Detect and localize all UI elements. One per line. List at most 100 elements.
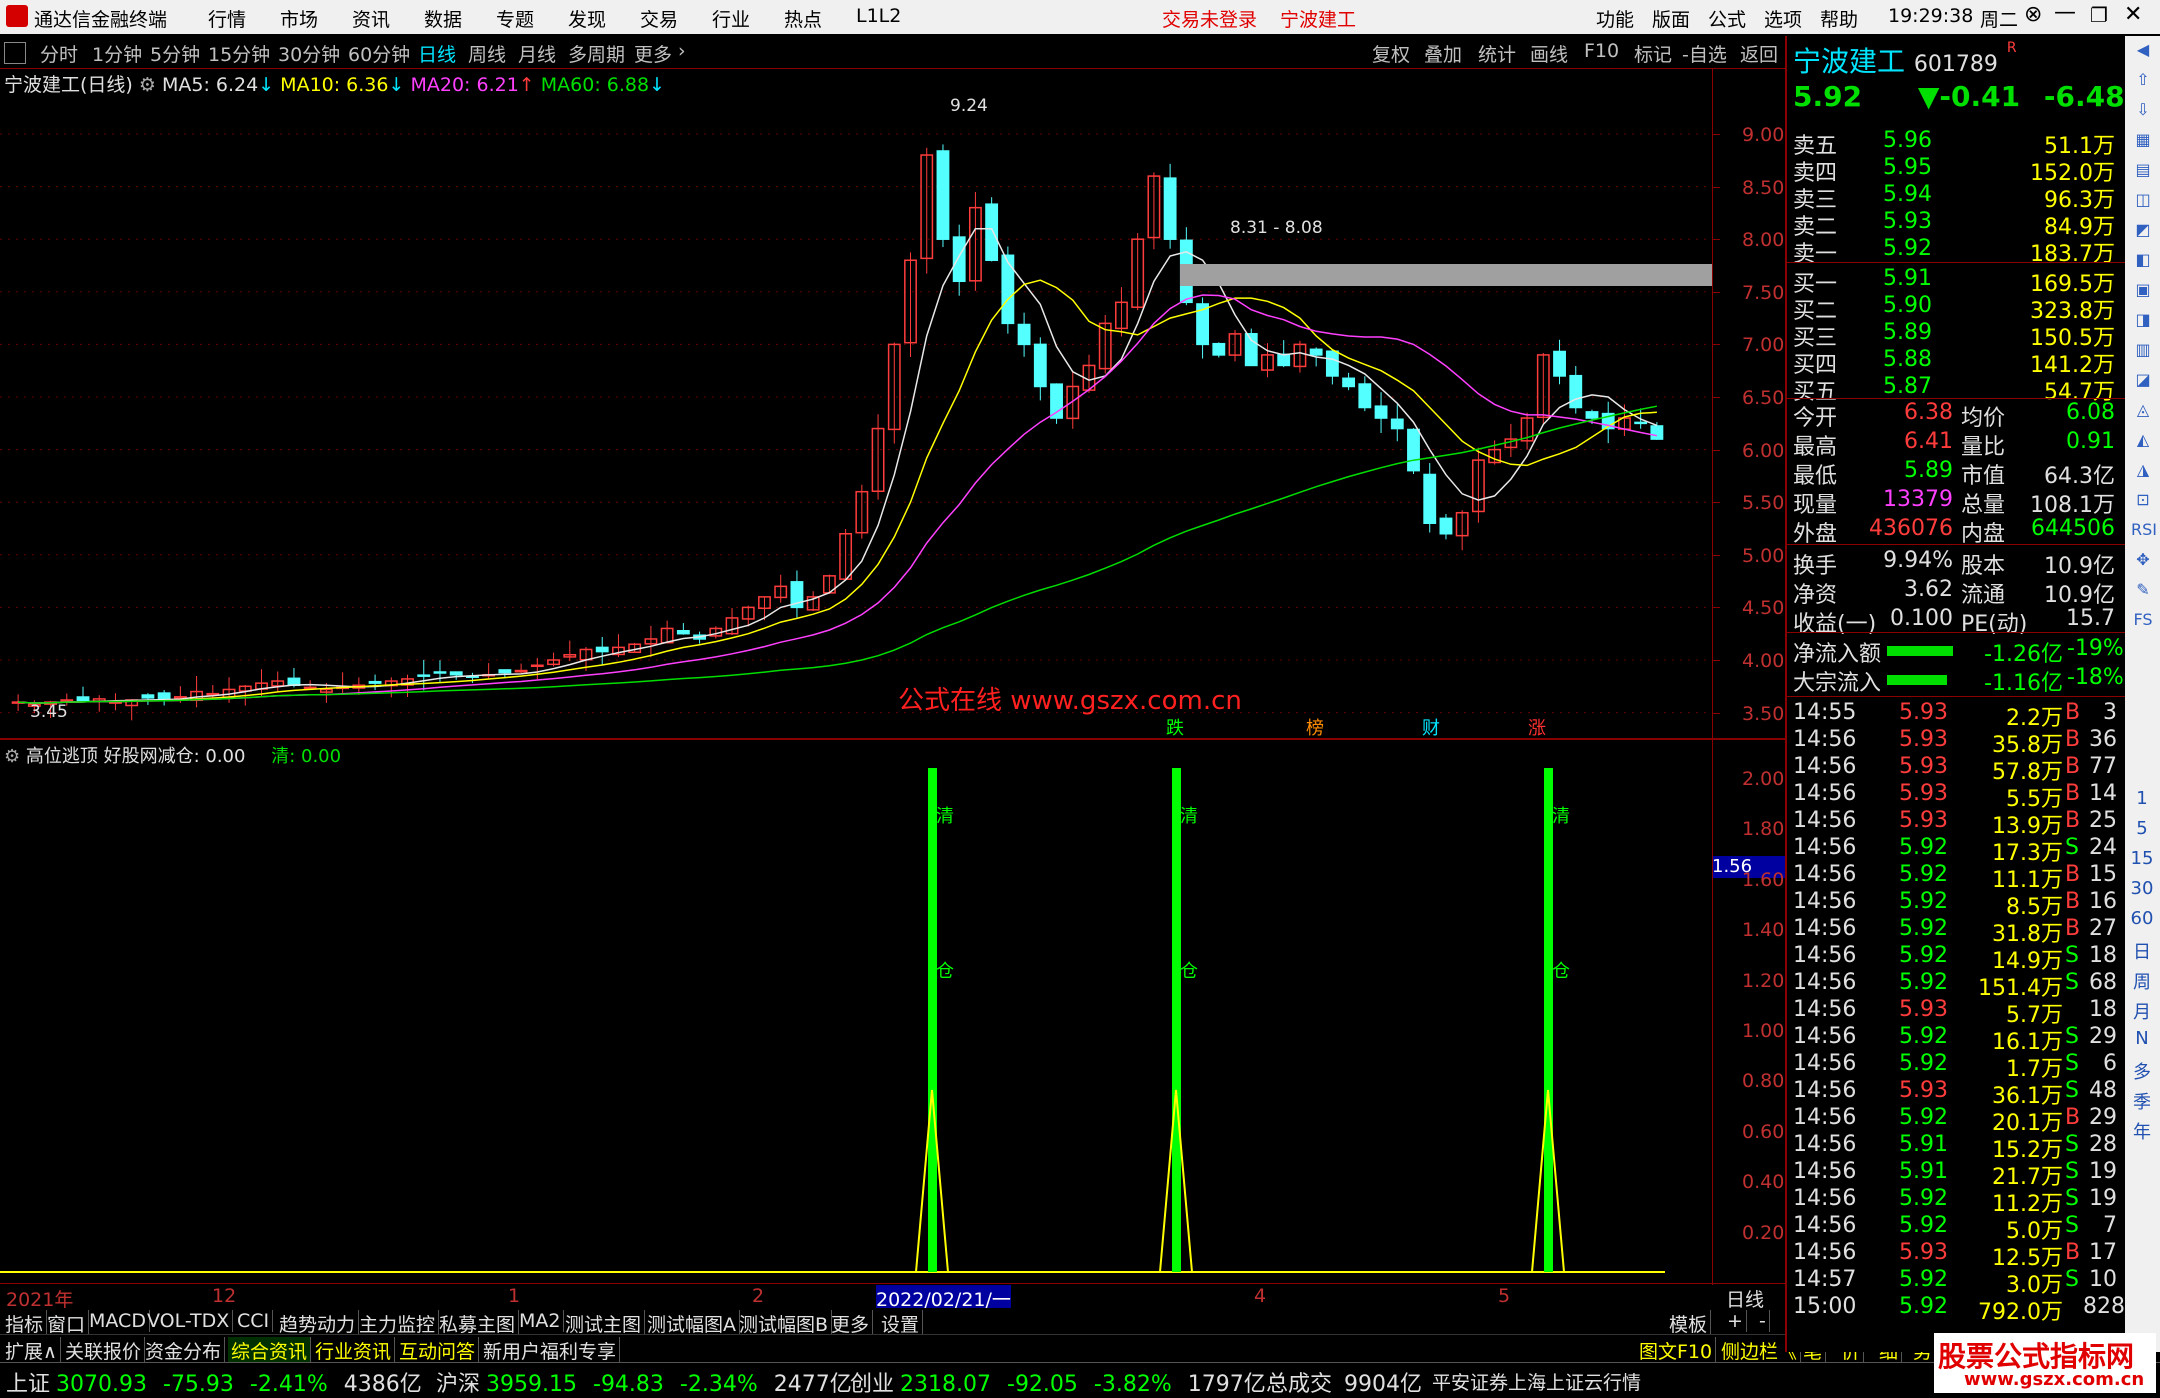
period-1min[interactable]: 1分钟	[92, 40, 142, 67]
close-icon[interactable]: ✕	[2124, 2, 2142, 27]
info-tab[interactable]: 资金分布	[142, 1337, 226, 1364]
index-quote[interactable]: 上证 3070.93 -75.93 -2.41% 4386亿	[6, 1366, 422, 1398]
sidebar-tool-icon[interactable]: FS	[2131, 610, 2155, 634]
indicator-tab[interactable]: 窗口	[44, 1310, 90, 1337]
minimize-icon[interactable]: —	[2054, 0, 2076, 25]
sidebar-tool-icon[interactable]: ◧	[2131, 250, 2155, 274]
sidebar-period[interactable]: 季	[2129, 1088, 2155, 1114]
period-multi[interactable]: 多周期	[568, 40, 625, 67]
sidebar-period[interactable]: 60	[2129, 908, 2155, 934]
info-tab[interactable]: 综合资讯	[228, 1337, 312, 1364]
menu-zixun[interactable]: 资讯	[352, 5, 390, 32]
period-month[interactable]: 月线	[518, 40, 556, 67]
tool-f10[interactable]: F10	[1584, 40, 1619, 62]
menu-hangye[interactable]: 行业	[712, 5, 750, 32]
period-week[interactable]: 周线	[468, 40, 506, 67]
chevron-right-icon[interactable]: ›	[678, 40, 686, 62]
sidebar-period[interactable]: 日	[2129, 938, 2155, 964]
indicator-tab[interactable]: MA2	[516, 1310, 565, 1332]
tool-fanhui[interactable]: 返回	[1740, 40, 1778, 67]
sidebar-tool-icon[interactable]: ▤	[2131, 160, 2155, 184]
sidebar-tool-icon[interactable]: ▦	[2131, 130, 2155, 154]
tool-zixuan[interactable]: -自选	[1682, 40, 1727, 67]
sidebar-tool-icon[interactable]: ✎	[2131, 580, 2155, 604]
sidebar-tool-icon[interactable]: ▣	[2131, 280, 2155, 304]
event-bang[interactable]: 榜	[1306, 714, 1324, 740]
menu-hangqing[interactable]: 行情	[208, 5, 246, 32]
event-cai[interactable]: 财	[1422, 714, 1440, 740]
indicator-tab[interactable]: MACD	[86, 1310, 150, 1332]
sidebar-period[interactable]: 5	[2129, 818, 2155, 844]
indicator-tab[interactable]: 测试幅图B	[736, 1310, 833, 1337]
period-5min[interactable]: 5分钟	[150, 40, 200, 67]
indicator-tab[interactable]: 更多	[828, 1310, 874, 1337]
indicator-tab[interactable]: CCI	[234, 1310, 274, 1332]
sidebar-period[interactable]: 30	[2129, 878, 2155, 904]
menu-gongshi[interactable]: 公式	[1708, 5, 1746, 32]
sidebar-period[interactable]: 周	[2129, 968, 2155, 994]
index-quote[interactable]: 创业 2318.07 -92.05 -3.82% 1797亿	[850, 1366, 1266, 1398]
sidebar-tool-icon[interactable]: ⇧	[2131, 70, 2155, 94]
indicator-tab[interactable]: 趋势动力	[276, 1310, 360, 1337]
event-zhang[interactable]: 涨	[1528, 714, 1546, 740]
period-day[interactable]: 日线	[418, 40, 456, 67]
sidebar-tool-icon[interactable]: ◫	[2131, 190, 2155, 214]
indicator-tab[interactable]: 测试主图	[562, 1310, 646, 1337]
menu-faxian[interactable]: 发现	[568, 5, 606, 32]
period-30min[interactable]: 30分钟	[278, 40, 340, 67]
indicator-chart[interactable]: ⚙ 高位逃顶 好股网减仓: 0.00 清: 0.00 清仓清仓清仓 1.56 2…	[0, 738, 1785, 1285]
menu-zhuanti[interactable]: 专题	[496, 5, 534, 32]
sidebar-period[interactable]: N	[2129, 1028, 2155, 1054]
indicator-tab[interactable]: 指标	[2, 1310, 48, 1337]
sidebar-tool-icon[interactable]: ▥	[2131, 340, 2155, 364]
event-die[interactable]: 跌	[1166, 714, 1184, 740]
sidebar-tool-icon[interactable]: ◨	[2131, 310, 2155, 334]
menu-gongneng[interactable]: 功能	[1596, 5, 1634, 32]
back-icon[interactable]: ⊗	[2024, 2, 2042, 27]
indicator-tab[interactable]: 设置	[878, 1310, 924, 1337]
toggle-icon[interactable]	[4, 42, 26, 64]
sidebar-tool-icon[interactable]: ⊡	[2131, 490, 2155, 514]
sidebar-period[interactable]: 年	[2129, 1118, 2155, 1144]
period-15min[interactable]: 15分钟	[208, 40, 270, 67]
tool-tongji[interactable]: 统计	[1478, 40, 1516, 67]
menu-bangzhu[interactable]: 帮助	[1820, 5, 1858, 32]
tool-diejia[interactable]: 叠加	[1424, 40, 1462, 67]
menu-banmian[interactable]: 版面	[1652, 5, 1690, 32]
indicator-tab[interactable]: VOL-TDX	[144, 1310, 234, 1332]
sidebar-period[interactable]: 月	[2129, 998, 2155, 1024]
sidebar-tool-icon[interactable]: ◩	[2131, 220, 2155, 244]
sidebar-period[interactable]: 15	[2129, 848, 2155, 874]
sidebar-tool-icon[interactable]: ◬	[2131, 400, 2155, 424]
sidebar-period[interactable]: 多	[2129, 1058, 2155, 1084]
menu-jiaoyi[interactable]: 交易	[640, 5, 678, 32]
sidebar-tool-icon[interactable]: RSI	[2131, 520, 2157, 544]
period-fenshi[interactable]: 分时	[40, 40, 78, 67]
restore-icon[interactable]: ❐	[2090, 3, 2108, 27]
period-more[interactable]: 更多	[634, 40, 672, 67]
info-tab[interactable]: 行业资讯	[312, 1337, 396, 1364]
sidebar-tool-icon[interactable]: ◪	[2131, 370, 2155, 394]
sidebar-tool-icon[interactable]: ◮	[2131, 460, 2155, 484]
info-tab[interactable]: 新用户福利专享	[480, 1337, 621, 1364]
menu-xuanxiang[interactable]: 选项	[1764, 5, 1802, 32]
tool-huaxian[interactable]: 画线	[1530, 40, 1568, 67]
menu-l1l2[interactable]: L1L2	[856, 5, 901, 27]
template-button[interactable]: -	[1756, 1310, 1770, 1332]
info-tab[interactable]: 关联报价	[62, 1337, 146, 1364]
sidebar-tool-icon[interactable]: ◀	[2131, 40, 2155, 64]
template-button[interactable]: 模板	[1666, 1310, 1712, 1337]
info-tab[interactable]: 互动问答	[396, 1337, 480, 1364]
trade-status[interactable]: 交易未登录	[1162, 5, 1257, 32]
menu-shuju[interactable]: 数据	[424, 5, 462, 32]
side-tab[interactable]: 图文F10	[1636, 1337, 1717, 1364]
indicator-tab[interactable]: 测试幅图A	[644, 1310, 740, 1337]
index-quote[interactable]: 沪深 3959.15 -94.83 -2.34% 2477亿	[436, 1366, 852, 1398]
sidebar-period[interactable]: 1	[2129, 788, 2155, 814]
info-tab[interactable]: 扩展∧	[2, 1337, 61, 1364]
indicator-tab[interactable]: 私募主图	[436, 1310, 520, 1337]
period-60min[interactable]: 60分钟	[348, 40, 410, 67]
tool-fuquan[interactable]: 复权	[1372, 40, 1410, 67]
template-button[interactable]: +	[1724, 1310, 1747, 1332]
kline-chart[interactable]: 宁波建工(日线) ⚙ MA5: 6.24↓ MA10: 6.36↓ MA20: …	[0, 68, 1785, 740]
